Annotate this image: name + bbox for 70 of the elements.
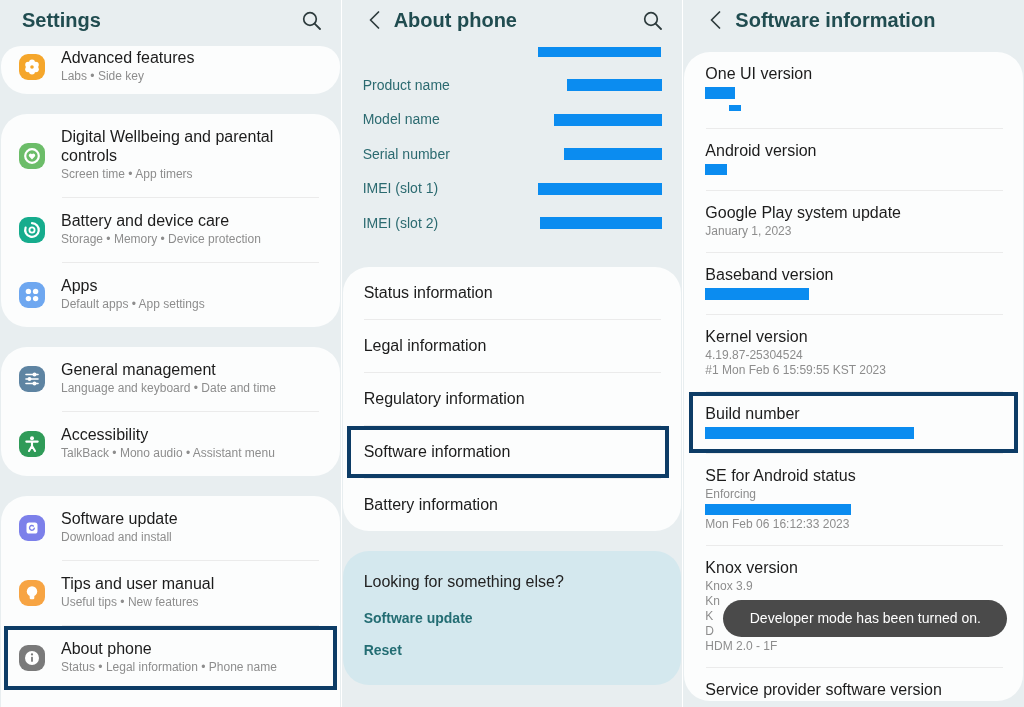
item-title: Android version (705, 141, 817, 161)
item-title: Kernel version (705, 327, 808, 347)
menu-item[interactable]: Accessibility TalkBack • Mono audio • Assistant menu (4, 412, 337, 476)
item-detail: Mon Feb 06 16:12:33 2023 (705, 517, 850, 532)
info-label: Model name (362, 110, 440, 130)
item-title: Baseband version (705, 265, 834, 285)
item-detail: 4.19.87-25304524 (705, 348, 803, 363)
info-label: IMEI (slot 2) (362, 213, 439, 233)
menu-item[interactable]: Software information (346, 426, 670, 478)
item-subtitle: TalkBack • Mono audio • Assistant menu (61, 445, 275, 462)
menu-item[interactable]: Advanced features Labs • Side key (4, 46, 337, 94)
item-title: Apps (61, 276, 98, 295)
suggestion-link[interactable]: Reset (363, 640, 402, 660)
menu-item[interactable]: Regulatory information (346, 373, 670, 425)
item-subtitle: Default apps • App settings (61, 296, 205, 313)
redaction-bar (705, 164, 728, 175)
item-title: SE for Android status (705, 466, 856, 486)
item-detail: Kn (705, 594, 721, 609)
menu-item[interactable]: Apps Default apps • App settings (4, 263, 337, 327)
item-title: Software update (61, 509, 178, 528)
item-title: About phone (61, 639, 152, 658)
menu-item[interactable]: Tips and user manual Useful tips • New features (4, 561, 337, 625)
item-title: Knox version (705, 558, 798, 578)
screen-title: About phone (393, 8, 517, 32)
item-subtitle: Labs • Side key (61, 68, 144, 85)
redaction-bar (729, 104, 742, 111)
search-icon[interactable] (643, 10, 663, 30)
info-label: IMEI (slot 1) (362, 179, 439, 199)
redaction-bar (705, 86, 736, 99)
screen-title: Software information (735, 8, 936, 32)
item-subtitle: Download and install (61, 529, 172, 546)
menu-item[interactable]: General management Language and keyboard • Date and time (4, 347, 337, 411)
item-title: Battery and device care (61, 211, 230, 230)
info-label: Serial number (362, 144, 450, 164)
menu-item[interactable]: Digital Wellbeing and parental controls Screen time • App timers (4, 114, 337, 197)
back-icon[interactable] (368, 11, 380, 29)
item-title: Build number (705, 404, 800, 424)
item-subtitle: Screen time • App timers (61, 166, 193, 183)
item-subtitle: Storage • Memory • Device protection (61, 231, 261, 248)
toast-message: Developer mode has been turned on. (723, 600, 1008, 637)
item-detail: D (705, 624, 714, 639)
menu-item[interactable]: Legal information (346, 320, 670, 372)
item-title: General management (61, 360, 216, 379)
item-title: Accessibility (61, 425, 149, 444)
item-title: Service provider software version (705, 680, 942, 700)
item-detail: HDM 2.0 - 1F (705, 639, 778, 654)
item-title: Digital Wellbeing and parental controls (61, 127, 275, 165)
item-title: Google Play system update (705, 203, 901, 223)
info-label: Product name (362, 75, 450, 95)
item-subtitle: Language and keyboard • Date and time (61, 380, 277, 397)
suggestions-heading: Looking for something else? (363, 572, 564, 592)
item-title: Advanced features (61, 48, 195, 67)
item-subtitle: Status • Legal information • Phone name (61, 659, 277, 676)
item-title: Tips and user manual (61, 574, 215, 593)
item-title: One UI version (705, 64, 813, 84)
menu-item[interactable]: About phone Status • Legal information • Phone name (4, 626, 337, 690)
menu-item[interactable]: Battery and device care Storage • Memory • Device protection (4, 198, 337, 262)
menu-item[interactable]: Battery information (346, 479, 670, 531)
back-icon[interactable] (710, 11, 722, 29)
item-detail: Knox 3.9 (705, 579, 753, 594)
item-subtitle: Useful tips • New features (61, 594, 199, 611)
item-detail: January 1, 2023 (705, 224, 792, 239)
screen-title: Settings (22, 8, 101, 32)
item-detail: K (705, 609, 714, 624)
menu-item[interactable]: Status information (346, 267, 670, 319)
item-detail: Enforcing (705, 487, 757, 502)
menu-item[interactable]: Software update Download and install (4, 496, 337, 560)
suggestion-link[interactable]: Software update (363, 608, 473, 628)
search-icon[interactable] (301, 10, 321, 30)
item-detail: #1 Mon Feb 6 15:59:55 KST 2023 (705, 363, 886, 378)
